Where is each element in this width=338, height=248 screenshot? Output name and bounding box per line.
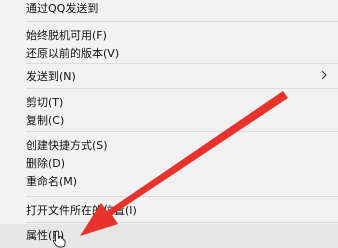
menu-item-always-available-offline[interactable]: 始终脱机可用(F) <box>26 27 107 45</box>
menu-item-delete[interactable]: 删除(D) <box>26 155 65 173</box>
context-menu: 通过QQ发送到 始终脱机可用(F) 还原以前的版本(V) 发送到(N) 剪切(T… <box>0 0 338 248</box>
menu-separator <box>26 63 338 64</box>
menu-item-send-via-qq[interactable]: 通过QQ发送到 <box>26 0 98 18</box>
menu-separator <box>26 196 338 197</box>
menu-separator <box>26 222 338 223</box>
menu-item-open-file-location[interactable]: 打开文件所在的位置(I) <box>26 202 137 220</box>
chevron-right-icon <box>321 70 327 80</box>
menu-item-restore-previous-versions[interactable]: 还原以前的版本(V) <box>26 45 119 63</box>
menu-item-send-to[interactable]: 发送到(N) <box>26 68 76 86</box>
menu-item-create-shortcut[interactable]: 创建快捷方式(S) <box>26 137 108 155</box>
menu-separator <box>26 21 338 22</box>
hand-cursor-icon <box>52 230 66 248</box>
menu-item-rename[interactable]: 重命名(M) <box>26 173 77 191</box>
menu-separator <box>26 88 338 89</box>
menu-item-cut[interactable]: 剪切(T) <box>26 94 63 112</box>
menu-item-copy[interactable]: 复制(C) <box>26 112 64 130</box>
menu-separator <box>26 131 338 132</box>
